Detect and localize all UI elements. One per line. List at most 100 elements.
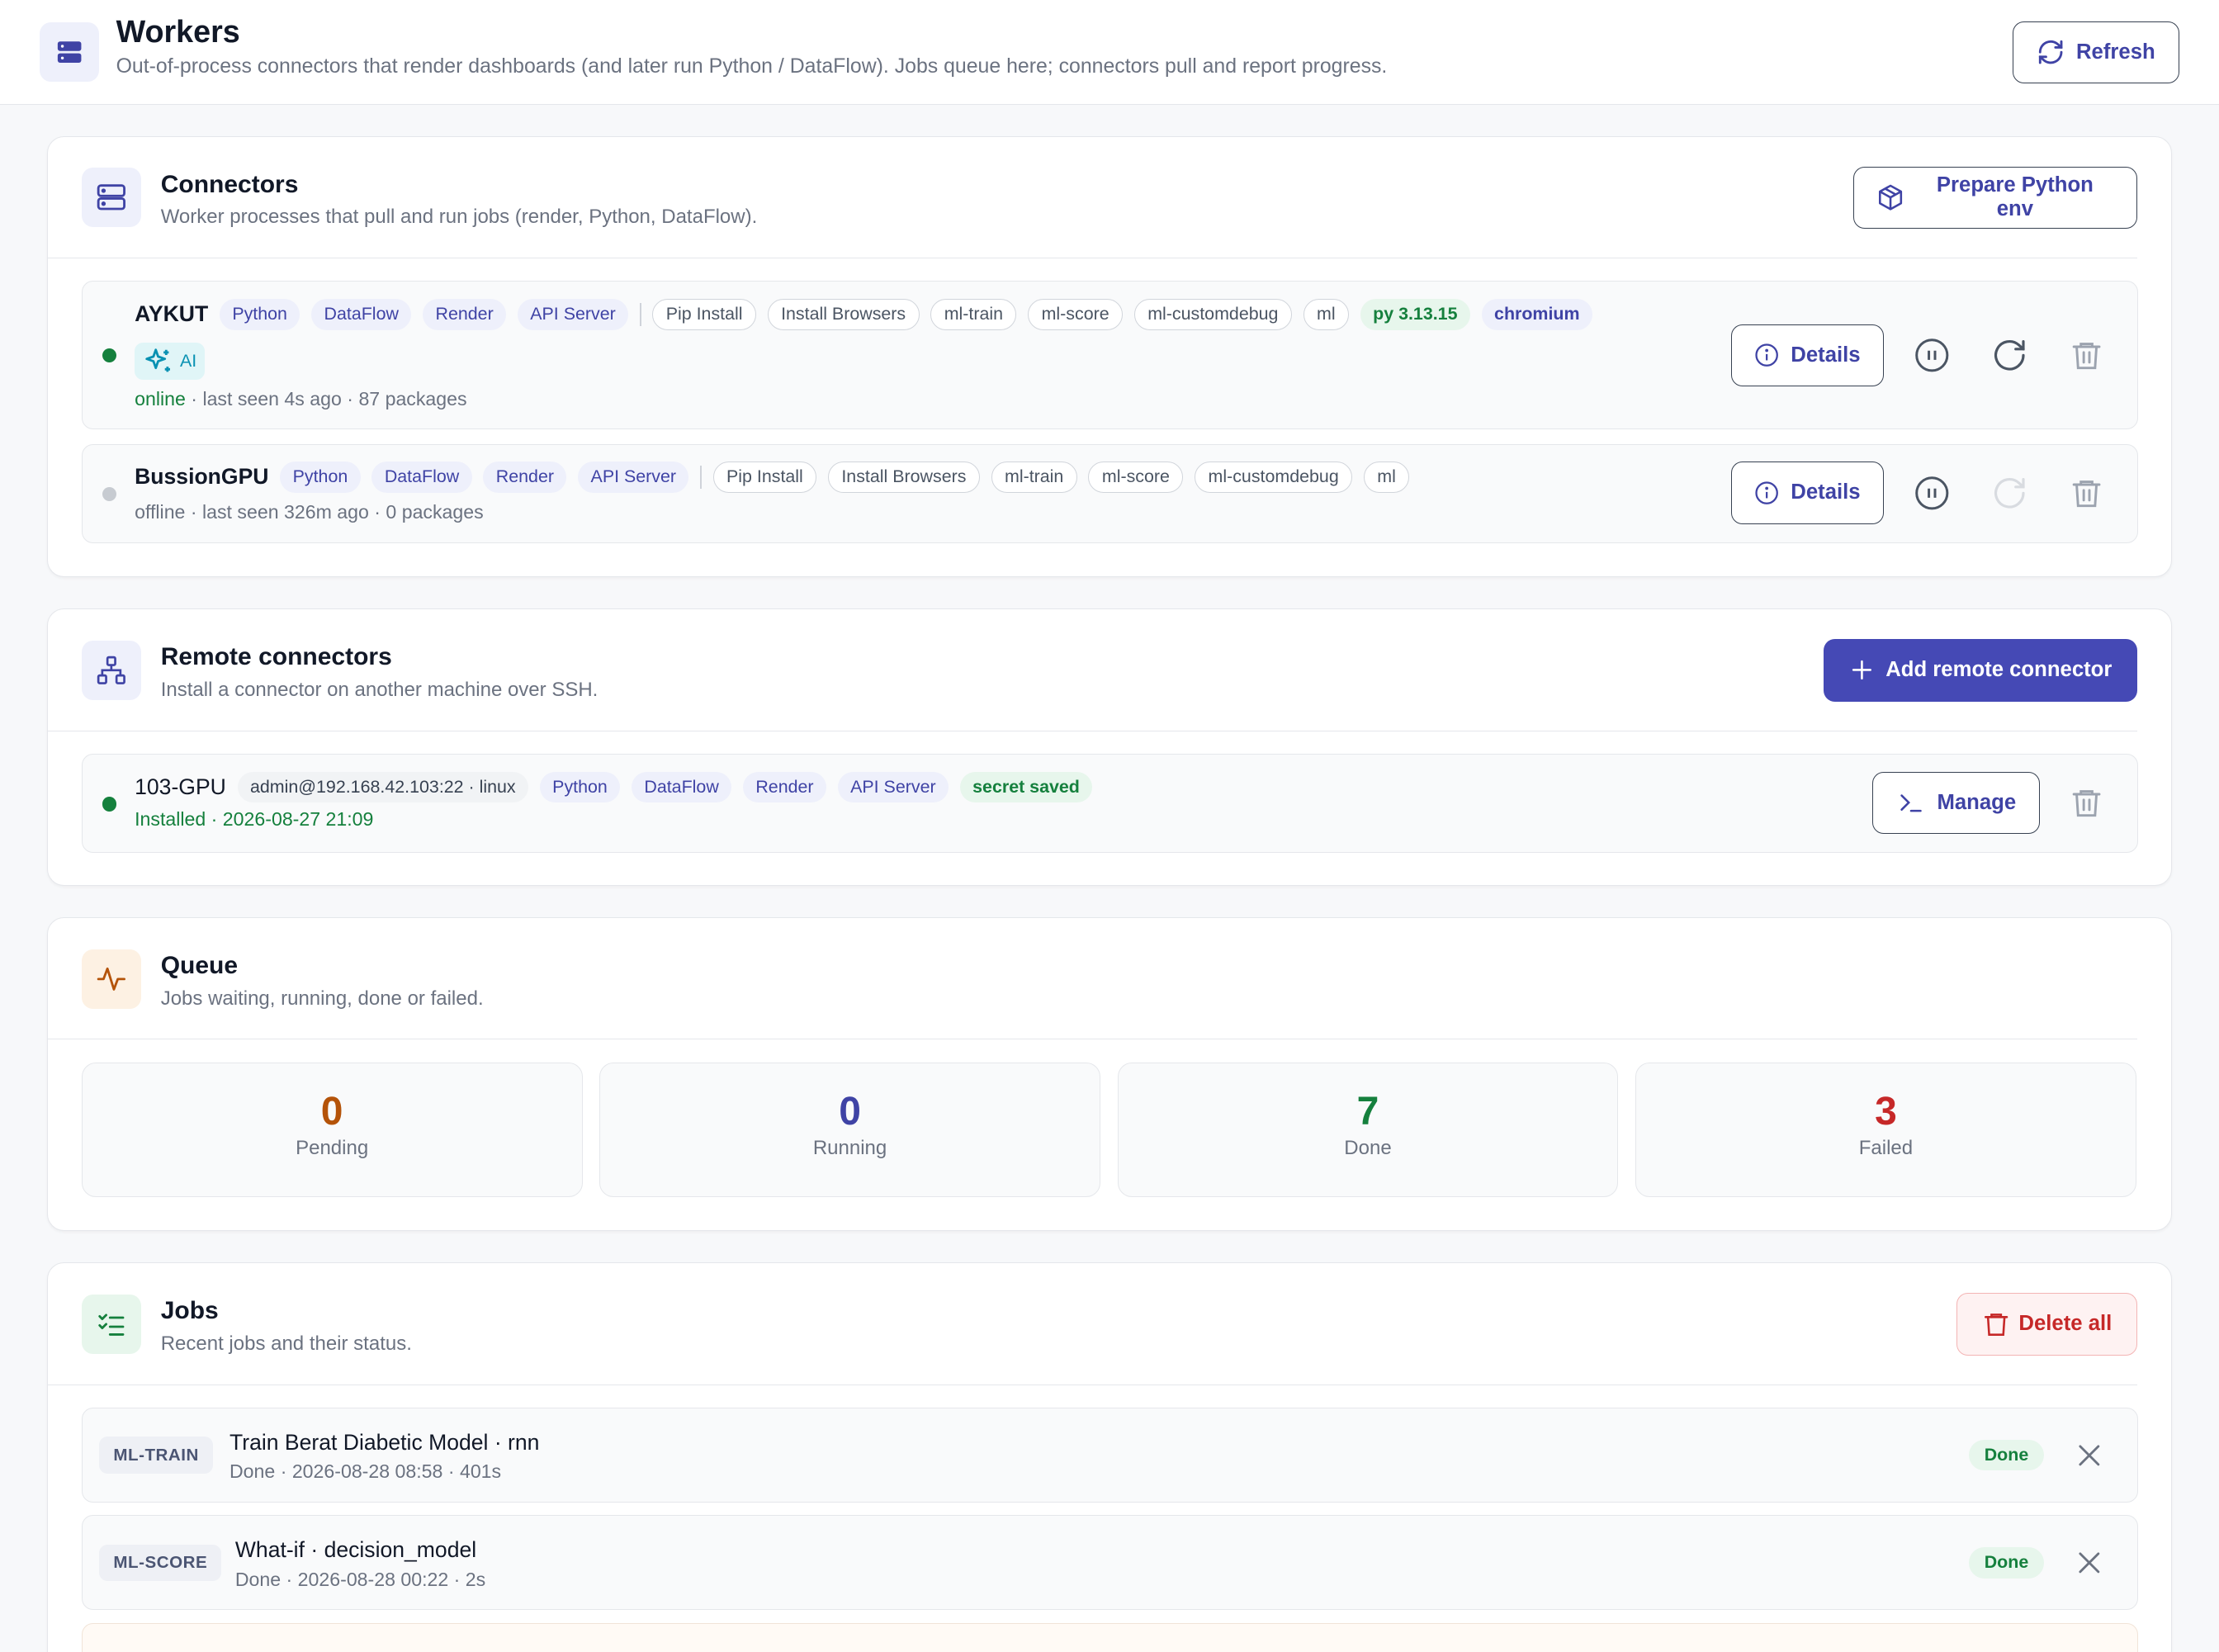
prepare-python-env-button[interactable]: Prepare Python env bbox=[1852, 166, 2138, 229]
remove-job-button[interactable] bbox=[2068, 1541, 2110, 1583]
add-remote-connector-button[interactable]: Add remote connector bbox=[1823, 639, 2138, 702]
connector-row-bussiongpu: BussionGPU Python DataFlow Render API Se… bbox=[81, 443, 2138, 543]
capability-chip: DataFlow bbox=[631, 771, 732, 803]
last-seen: last seen 4s ago bbox=[202, 387, 342, 409]
job-meta: Done · 2026-08-28 08:58 · 401s bbox=[229, 1460, 502, 1483]
remote-connectors-panel: Remote connectors Install a connector on… bbox=[46, 608, 2173, 887]
restart-button[interactable] bbox=[1989, 334, 2031, 376]
info-icon bbox=[1755, 481, 1779, 504]
job-kind-chip: ML-SCORE bbox=[99, 1544, 222, 1582]
tag-chip: Install Browsers bbox=[767, 298, 920, 330]
delete-connector-button[interactable] bbox=[2065, 334, 2107, 376]
server-icon bbox=[81, 168, 141, 228]
connector-row-aykut: AYKUT Python DataFlow Render API Server … bbox=[81, 281, 2138, 430]
job-row[interactable]: ML-SCORE What-if · decision_model Done ·… bbox=[81, 1515, 2138, 1611]
connector-name: AYKUT bbox=[135, 301, 209, 327]
tag-chip: ml-customdebug bbox=[1133, 298, 1292, 330]
connector-meta: online · last seen 4s ago · 87 packages bbox=[135, 387, 467, 409]
top-bar: Workers Out-of-process connectors that r… bbox=[0, 0, 2219, 105]
manage-button[interactable]: Manage bbox=[1872, 771, 2040, 834]
package-count: 87 packages bbox=[358, 387, 467, 409]
remote-row-103-gpu: 103-GPU admin@192.168.42.103:22 · linux … bbox=[81, 753, 2138, 853]
prepare-python-env-label: Prepare Python env bbox=[1936, 173, 2094, 221]
stat-label: Done bbox=[1344, 1136, 1392, 1159]
trash-icon bbox=[2072, 343, 2101, 370]
details-button[interactable]: Details bbox=[1730, 324, 1884, 387]
capability-chip: DataFlow bbox=[311, 298, 412, 330]
tag-chip: ml bbox=[1363, 462, 1410, 493]
tag-chip: ml-train bbox=[930, 298, 1017, 330]
stat-value: 0 bbox=[839, 1089, 861, 1134]
installed-text: Installed · 2026-08-27 21:09 bbox=[135, 808, 374, 831]
connector-name: BussionGPU bbox=[135, 464, 269, 490]
capability-chip: Render bbox=[423, 298, 507, 330]
details-label: Details bbox=[1791, 480, 1861, 504]
job-row[interactable]: ML-TRAIN Train Berat Diabetic Model · rn… bbox=[81, 1407, 2138, 1503]
capability-chip: Python bbox=[219, 298, 300, 330]
capability-chip: Render bbox=[483, 462, 567, 493]
delete-remote-button[interactable] bbox=[2065, 782, 2107, 824]
page-title: Workers bbox=[116, 14, 240, 50]
job-title: What-if · decision_model bbox=[234, 1536, 477, 1562]
python-version-chip: py 3.13.15 bbox=[1360, 298, 1470, 330]
remote-header: Remote connectors Install a connector on… bbox=[47, 609, 2138, 731]
rotate-icon bbox=[1994, 477, 2025, 509]
stat-label: Failed bbox=[1858, 1136, 1914, 1159]
add-remote-connector-label: Add remote connector bbox=[1885, 658, 2113, 682]
activity-icon bbox=[81, 949, 141, 1009]
tag-chip: Pip Install bbox=[652, 298, 756, 330]
remove-job-button[interactable] bbox=[2068, 1434, 2110, 1476]
remote-subtitle: Install a connector on another machine o… bbox=[160, 678, 599, 701]
delete-connector-button[interactable] bbox=[2065, 471, 2107, 514]
refresh-button[interactable]: Refresh bbox=[2012, 21, 2180, 84]
tag-chip: Install Browsers bbox=[827, 462, 980, 493]
trash-icon bbox=[2072, 480, 2101, 507]
trash-icon bbox=[2072, 790, 2101, 817]
trash-icon bbox=[1984, 1314, 2008, 1336]
package-count: 0 packages bbox=[386, 501, 484, 523]
stat-label: Running bbox=[812, 1136, 887, 1159]
stat-running: 0 Running bbox=[599, 1062, 1100, 1197]
plus-icon bbox=[1852, 660, 1871, 680]
pause-icon bbox=[1915, 476, 1949, 509]
divider bbox=[639, 303, 641, 326]
close-icon bbox=[2079, 1552, 2099, 1574]
manage-label: Manage bbox=[1937, 790, 2017, 814]
network-icon bbox=[81, 640, 141, 700]
job-kind-chip: ML-TRAIN bbox=[99, 1437, 214, 1474]
connectors-header: Connectors Worker processes that pull an… bbox=[47, 137, 2138, 258]
pause-icon bbox=[1915, 338, 1949, 372]
checklist-icon bbox=[81, 1294, 141, 1354]
info-icon bbox=[1755, 343, 1779, 367]
refresh-icon bbox=[2038, 40, 2063, 64]
pause-button[interactable] bbox=[1911, 471, 1953, 514]
stat-done: 7 Done bbox=[1117, 1062, 1619, 1197]
tag-chip: ml-customdebug bbox=[1195, 462, 1353, 493]
queue-subtitle: Jobs waiting, running, done or failed. bbox=[160, 987, 484, 1010]
tag-chip: ml bbox=[1303, 298, 1350, 330]
capability-chip: Render bbox=[742, 771, 826, 803]
remote-title: Remote connectors bbox=[160, 643, 392, 671]
delete-all-button[interactable]: Delete all bbox=[1956, 1293, 2138, 1356]
details-label: Details bbox=[1791, 343, 1861, 367]
queue-title: Queue bbox=[160, 951, 239, 979]
job-row-partial[interactable] bbox=[81, 1622, 2138, 1652]
ai-badge: AI bbox=[135, 343, 206, 380]
stat-value: 7 bbox=[1356, 1089, 1379, 1134]
jobs-panel: Jobs Recent jobs and their status. Delet… bbox=[46, 1262, 2173, 1652]
status-dot-online bbox=[102, 348, 116, 363]
tag-chip: ml-train bbox=[991, 462, 1077, 493]
status-text: online bbox=[135, 387, 186, 409]
tag-chip: ml-score bbox=[1028, 298, 1124, 330]
tag-chip: ml-score bbox=[1088, 462, 1184, 493]
sparkles-icon bbox=[145, 348, 171, 372]
restart-button[interactable] bbox=[1989, 471, 2031, 514]
divider bbox=[700, 466, 702, 489]
package-icon bbox=[1879, 184, 1903, 211]
job-title: Train Berat Diabetic Model · rnn bbox=[229, 1429, 540, 1455]
host-chip: admin@192.168.42.103:22 · linux bbox=[237, 771, 529, 803]
last-seen: last seen 326m ago bbox=[202, 501, 369, 523]
pause-button[interactable] bbox=[1911, 334, 1953, 376]
rotate-icon bbox=[1994, 340, 2025, 371]
details-button[interactable]: Details bbox=[1730, 462, 1884, 524]
